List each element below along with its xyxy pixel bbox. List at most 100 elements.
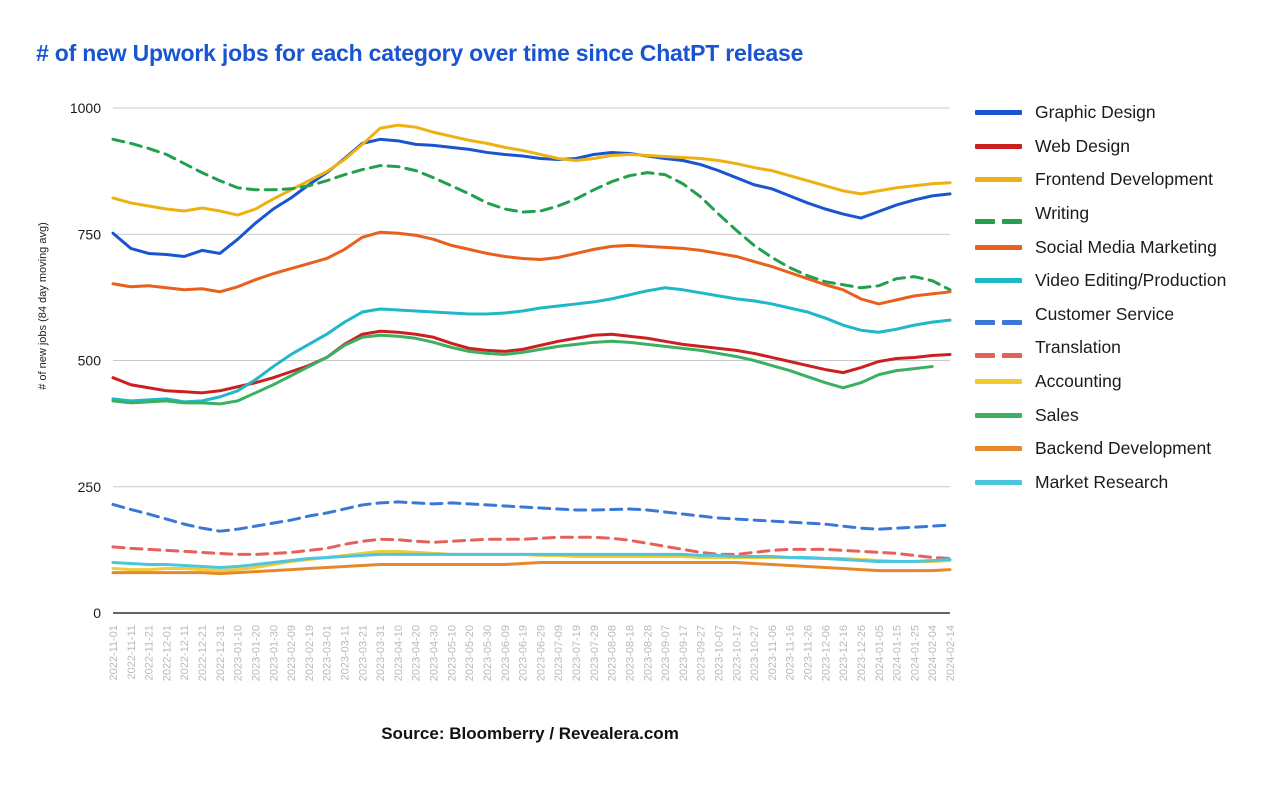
x-tick-label: 2023-12-16: [838, 625, 850, 681]
y-axis-ticks-group: 0 250 500 750 1000: [70, 100, 101, 621]
gridlines-group: [113, 107, 950, 614]
source-note: Source: Bloomberry / Revealera.com: [381, 724, 679, 743]
x-tick-label: 2023-08-28: [642, 625, 654, 681]
legend-item-backend-development[interactable]: Backend Development: [975, 432, 1275, 466]
x-tick-label: 2023-07-19: [571, 625, 583, 681]
legend-swatch-icon: [975, 312, 1022, 325]
x-tick-label: 2023-01-10: [233, 625, 245, 681]
x-tick-label: 2023-09-17: [678, 625, 690, 681]
x-tick-label: 2023-03-01: [322, 625, 334, 681]
x-tick-label: 2023-12-26: [856, 625, 868, 681]
legend-swatch-icon: [975, 412, 1022, 418]
chart-container: # of new Upwork jobs for each category o…: [0, 0, 1280, 789]
series-lines-group: [111, 123, 952, 576]
x-tick-label: 2023-12-06: [820, 625, 832, 681]
x-tick-label: 2023-01-30: [268, 625, 280, 681]
legend-swatch-icon: [975, 177, 1022, 183]
legend-label: Market Research: [1035, 471, 1169, 492]
legend-swatch-icon: [975, 143, 1022, 149]
legend-label: Social Media Marketing: [1035, 236, 1217, 257]
legend-item-customer-service[interactable]: Customer Service: [975, 298, 1275, 332]
legend-swatch-icon: [975, 244, 1022, 250]
legend-label: Customer Service: [1035, 303, 1175, 324]
legend-label: Accounting: [1035, 371, 1122, 392]
legend-item-translation[interactable]: Translation: [975, 331, 1275, 365]
x-tick-label: 2023-04-30: [429, 625, 441, 681]
x-tick-label: 2023-11-26: [803, 625, 815, 680]
x-tick-label: 2023-08-18: [624, 625, 636, 681]
legend-item-market-research[interactable]: Market Research: [975, 466, 1275, 500]
x-tick-label: 2023-01-20: [250, 625, 262, 681]
x-tick-label: 2023-07-29: [589, 625, 601, 681]
x-tick-label: 2023-05-20: [464, 625, 476, 681]
y-tick-label: 250: [78, 479, 102, 495]
x-tick-label: 2022-12-31: [215, 625, 227, 681]
legend-item-video-editing-production[interactable]: Video Editing/Production: [975, 264, 1275, 298]
x-tick-label: 2023-06-29: [535, 625, 547, 681]
x-tick-label: 2022-12-11: [179, 625, 191, 680]
legend-swatch-icon: [975, 345, 1022, 359]
legend-label: Graphic Design: [1035, 102, 1156, 123]
x-tick-label: 2023-07-09: [553, 625, 565, 681]
legend-item-accounting[interactable]: Accounting: [975, 365, 1275, 399]
x-axis-ticks-group: 2022-11-01 2022-11-11 2022-11-21 2022-12-01…: [108, 625, 957, 681]
x-tick-label: 2023-11-06: [767, 625, 779, 680]
chart-legend: Graphic Design Web Design Frontend Develop…: [975, 96, 1275, 499]
legend-item-social-media-marketing[interactable]: Social Media Marketing: [975, 230, 1275, 264]
x-tick-label: 2024-02-14: [945, 625, 957, 681]
legend-item-graphic-design[interactable]: Graphic Design: [975, 96, 1275, 130]
legend-label: Backend Development: [1035, 438, 1212, 459]
legend-item-web-design[interactable]: Web Design: [975, 130, 1275, 164]
y-axis-title: # of new jobs (84 day moving avg): [37, 222, 49, 390]
legend-item-frontend-development[interactable]: Frontend Development: [975, 163, 1275, 197]
x-tick-label: 2024-01-05: [874, 625, 886, 681]
x-tick-label: 2023-10-17: [731, 625, 743, 681]
x-tick-label: 2023-08-08: [607, 625, 619, 681]
x-tick-label: 2023-06-09: [500, 625, 512, 681]
x-tick-label: 2023-05-10: [446, 625, 458, 681]
series-line-customer-service: [111, 500, 952, 533]
y-tick-label: 750: [78, 226, 102, 242]
x-tick-label: 2023-09-27: [696, 625, 708, 681]
x-tick-label: 2022-12-01: [161, 625, 173, 681]
legend-swatch-icon: [975, 110, 1022, 116]
x-tick-label: 2023-03-11: [340, 625, 352, 680]
x-tick-label: 2023-03-21: [357, 625, 369, 681]
series-line-sales: [111, 333, 934, 406]
x-tick-label: 2022-11-01: [108, 625, 120, 680]
legend-swatch-icon: [975, 446, 1022, 452]
x-tick-label: 2023-11-16: [785, 625, 797, 680]
legend-item-writing[interactable]: Writing: [975, 197, 1275, 231]
legend-swatch-icon: [975, 379, 1022, 385]
x-tick-label: 2022-12-21: [197, 625, 209, 681]
legend-label: Frontend Development: [1035, 169, 1214, 190]
x-tick-label: 2023-06-19: [518, 625, 530, 681]
legend-label: Writing: [1035, 203, 1090, 224]
legend-swatch-icon: [975, 278, 1022, 284]
legend-label: Video Editing/Production: [1035, 270, 1227, 291]
legend-label: Web Design: [1035, 135, 1131, 156]
legend-label: Translation: [1035, 337, 1121, 358]
legend-item-sales[interactable]: Sales: [975, 398, 1275, 432]
x-tick-label: 2023-05-30: [482, 625, 494, 681]
x-tick-label: 2024-01-15: [892, 625, 904, 681]
legend-swatch-icon: [975, 211, 1022, 225]
x-tick-label: 2023-04-20: [411, 625, 423, 681]
x-tick-label: 2023-09-07: [660, 625, 672, 681]
series-line-graphic-design: [111, 137, 952, 258]
y-tick-label: 0: [93, 605, 101, 621]
x-tick-label: 2022-11-11: [126, 625, 138, 680]
series-line-video-editing-production: [111, 286, 952, 404]
y-tick-label: 1000: [70, 100, 101, 116]
x-tick-label: 2023-10-27: [749, 625, 761, 681]
series-line-frontend-development: [111, 123, 952, 217]
x-tick-label: 2023-10-07: [713, 625, 725, 681]
legend-label: Sales: [1035, 404, 1079, 425]
x-tick-label: 2024-01-25: [909, 625, 921, 681]
x-tick-label: 2023-04-10: [393, 625, 405, 681]
x-tick-label: 2024-02-04: [927, 625, 939, 681]
x-tick-label: 2023-02-19: [304, 625, 316, 681]
legend-swatch-icon: [975, 479, 1022, 485]
y-tick-label: 500: [78, 353, 102, 369]
x-tick-label: 2023-02-09: [286, 625, 298, 681]
